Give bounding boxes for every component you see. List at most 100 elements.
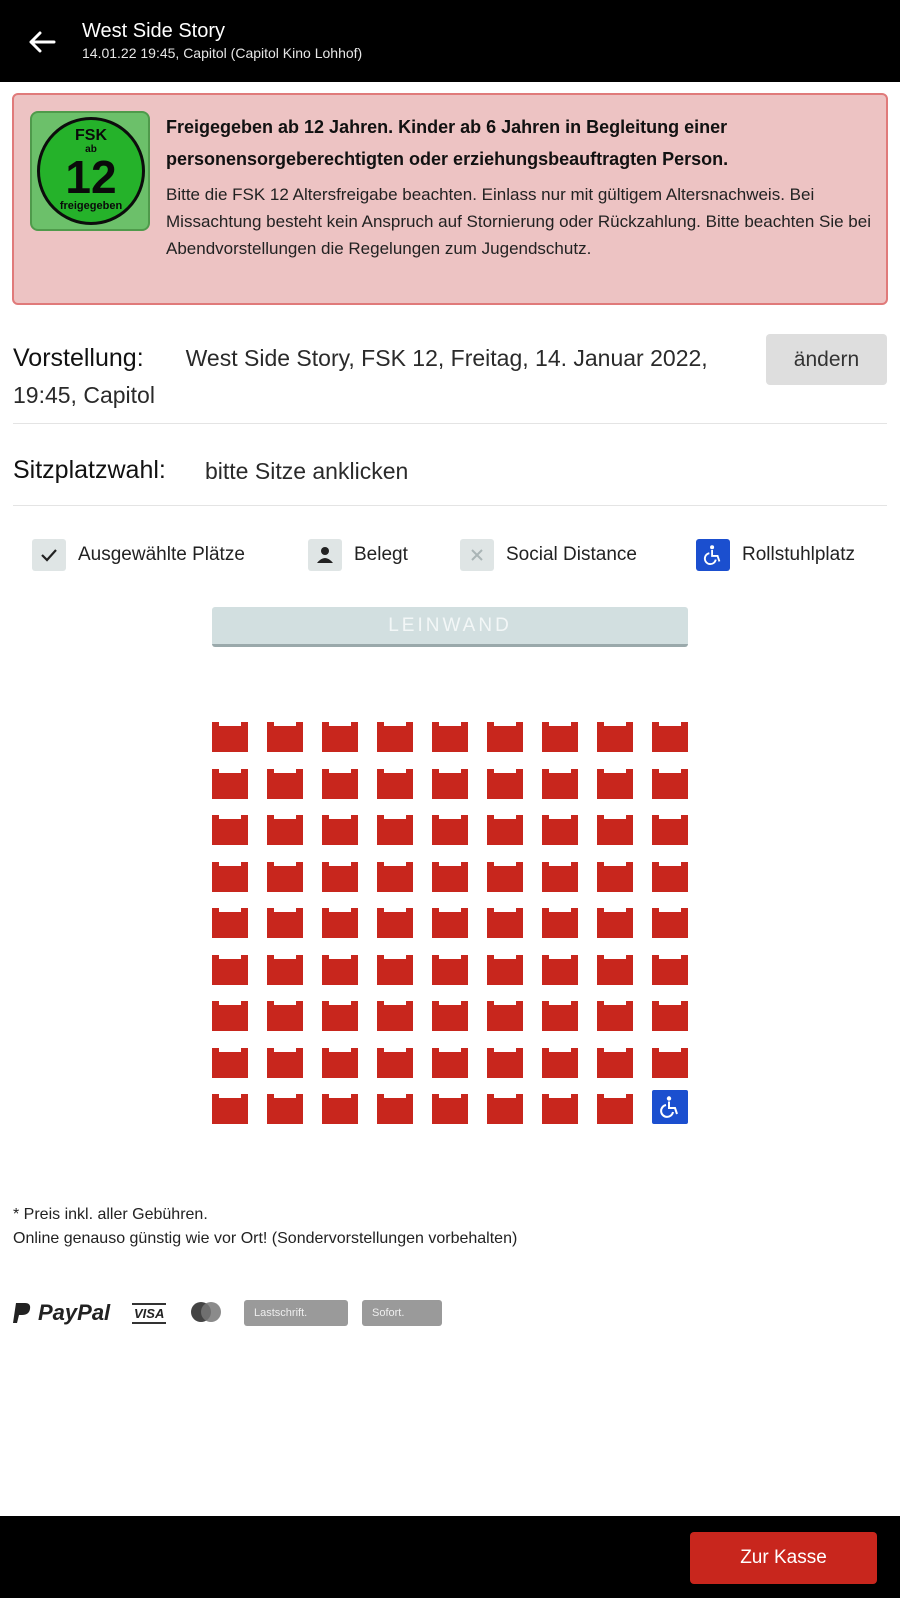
seat-r9-c3[interactable] bbox=[322, 1090, 358, 1124]
seat-r3-c3[interactable] bbox=[322, 811, 358, 845]
seat-r3-c8[interactable] bbox=[597, 811, 633, 845]
seat-r7-c3[interactable] bbox=[322, 997, 358, 1031]
seat-r7-c1[interactable] bbox=[212, 997, 248, 1031]
seat-r9-c7[interactable] bbox=[542, 1090, 578, 1124]
seat-r7-c6[interactable] bbox=[487, 997, 523, 1031]
change-performance-button[interactable]: ändern bbox=[766, 334, 887, 385]
seat-r4-c3[interactable] bbox=[322, 858, 358, 892]
seat-r1-c9[interactable] bbox=[652, 718, 688, 752]
checkout-button[interactable]: Zur Kasse bbox=[690, 1532, 877, 1584]
wheelchair-icon bbox=[696, 539, 730, 571]
seat-r1-c1[interactable] bbox=[212, 718, 248, 752]
seat-r5-c7[interactable] bbox=[542, 904, 578, 938]
seat-r3-c2[interactable] bbox=[267, 811, 303, 845]
visa-logo: VISA bbox=[132, 1295, 174, 1331]
seat-r8-c4[interactable] bbox=[377, 1044, 413, 1078]
seat-r2-c7[interactable] bbox=[542, 765, 578, 799]
cinema-screen: LEINWAND bbox=[212, 607, 688, 647]
seat-r5-c9[interactable] bbox=[652, 904, 688, 938]
seat-r9-c8[interactable] bbox=[597, 1090, 633, 1124]
seat-r4-c6[interactable] bbox=[487, 858, 523, 892]
seat-r9-c6[interactable] bbox=[487, 1090, 523, 1124]
seat-r4-c4[interactable] bbox=[377, 858, 413, 892]
seat-r2-c4[interactable] bbox=[377, 765, 413, 799]
seat-r1-c3[interactable] bbox=[322, 718, 358, 752]
seat-r7-c9[interactable] bbox=[652, 997, 688, 1031]
seat-r3-c7[interactable] bbox=[542, 811, 578, 845]
arrow-left-icon bbox=[29, 31, 56, 53]
seat-r5-c5[interactable] bbox=[432, 904, 468, 938]
top-bar: West Side Story 14.01.22 19:45, Capitol … bbox=[0, 0, 900, 82]
legend-occupied: Belegt bbox=[308, 538, 408, 572]
seat-r6-c3[interactable] bbox=[322, 951, 358, 985]
seat-r1-c6[interactable] bbox=[487, 718, 523, 752]
seat-r7-c4[interactable] bbox=[377, 997, 413, 1031]
seat-selection-label: Sitzplatzwahl: bbox=[13, 456, 166, 484]
seat-r7-c2[interactable] bbox=[267, 997, 303, 1031]
seat-r3-c9[interactable] bbox=[652, 811, 688, 845]
seat-r5-c4[interactable] bbox=[377, 904, 413, 938]
seat-r8-c3[interactable] bbox=[322, 1044, 358, 1078]
seat-r7-c7[interactable] bbox=[542, 997, 578, 1031]
seat-r5-c3[interactable] bbox=[322, 904, 358, 938]
seat-r6-c6[interactable] bbox=[487, 951, 523, 985]
seat-r9-c5[interactable] bbox=[432, 1090, 468, 1124]
seat-r6-c9[interactable] bbox=[652, 951, 688, 985]
seat-r8-c1[interactable] bbox=[212, 1044, 248, 1078]
seat-r5-c1[interactable] bbox=[212, 904, 248, 938]
seat-r3-c5[interactable] bbox=[432, 811, 468, 845]
seat-r1-c2[interactable] bbox=[267, 718, 303, 752]
seat-r8-c8[interactable] bbox=[597, 1044, 633, 1078]
legend-wheelchair: Rollstuhlplatz bbox=[696, 538, 855, 572]
age-rating-notice: FSK ab 12 freigegeben Freigegeben ab 12 … bbox=[12, 93, 888, 305]
seat-r2-c9[interactable] bbox=[652, 765, 688, 799]
seat-r4-c7[interactable] bbox=[542, 858, 578, 892]
seat-r4-c5[interactable] bbox=[432, 858, 468, 892]
seat-r8-c7[interactable] bbox=[542, 1044, 578, 1078]
seat-r4-c8[interactable] bbox=[597, 858, 633, 892]
seat-r6-c1[interactable] bbox=[212, 951, 248, 985]
seat-r8-c6[interactable] bbox=[487, 1044, 523, 1078]
seat-r9-c1[interactable] bbox=[212, 1090, 248, 1124]
seat-r3-c1[interactable] bbox=[212, 811, 248, 845]
seat-r4-c2[interactable] bbox=[267, 858, 303, 892]
seat-r7-c5[interactable] bbox=[432, 997, 468, 1031]
seat-r8-c9[interactable] bbox=[652, 1044, 688, 1078]
back-button[interactable] bbox=[24, 24, 60, 60]
age-rating-headline: Freigegeben ab 12 Jahren. Kinder ab 6 Ja… bbox=[166, 117, 729, 169]
footnote-line-2: Online genauso günstig wie vor Ort! (Son… bbox=[13, 1230, 518, 1247]
seat-r8-c5[interactable] bbox=[432, 1044, 468, 1078]
footnote-line-1: * Preis inkl. aller Gebühren. bbox=[13, 1206, 208, 1223]
seat-r2-c2[interactable] bbox=[267, 765, 303, 799]
seat-r5-c6[interactable] bbox=[487, 904, 523, 938]
seat-r7-c8[interactable] bbox=[597, 997, 633, 1031]
seat-r6-c8[interactable] bbox=[597, 951, 633, 985]
seat-r1-c5[interactable] bbox=[432, 718, 468, 752]
seat-r1-c7[interactable] bbox=[542, 718, 578, 752]
seat-r1-c8[interactable] bbox=[597, 718, 633, 752]
seat-r4-c9[interactable] bbox=[652, 858, 688, 892]
lastschrift-logo: Lastschrift. bbox=[244, 1300, 348, 1326]
cross-icon bbox=[460, 539, 494, 571]
wheelchair-seat-r9-c9[interactable] bbox=[652, 1090, 688, 1124]
seat-r8-c2[interactable] bbox=[267, 1044, 303, 1078]
paypal-logo: PayPal bbox=[12, 1295, 116, 1331]
seat-r6-c2[interactable] bbox=[267, 951, 303, 985]
seat-r2-c6[interactable] bbox=[487, 765, 523, 799]
seat-r6-c5[interactable] bbox=[432, 951, 468, 985]
seat-r2-c3[interactable] bbox=[322, 765, 358, 799]
seat-r2-c1[interactable] bbox=[212, 765, 248, 799]
seat-r1-c4[interactable] bbox=[377, 718, 413, 752]
seat-r9-c4[interactable] bbox=[377, 1090, 413, 1124]
seat-r9-c2[interactable] bbox=[267, 1090, 303, 1124]
seat-r3-c4[interactable] bbox=[377, 811, 413, 845]
paypal-icon bbox=[13, 1303, 31, 1323]
seat-r2-c8[interactable] bbox=[597, 765, 633, 799]
seat-r6-c7[interactable] bbox=[542, 951, 578, 985]
seat-r2-c5[interactable] bbox=[432, 765, 468, 799]
seat-r6-c4[interactable] bbox=[377, 951, 413, 985]
seat-r4-c1[interactable] bbox=[212, 858, 248, 892]
seat-r5-c2[interactable] bbox=[267, 904, 303, 938]
seat-r3-c6[interactable] bbox=[487, 811, 523, 845]
seat-r5-c8[interactable] bbox=[597, 904, 633, 938]
